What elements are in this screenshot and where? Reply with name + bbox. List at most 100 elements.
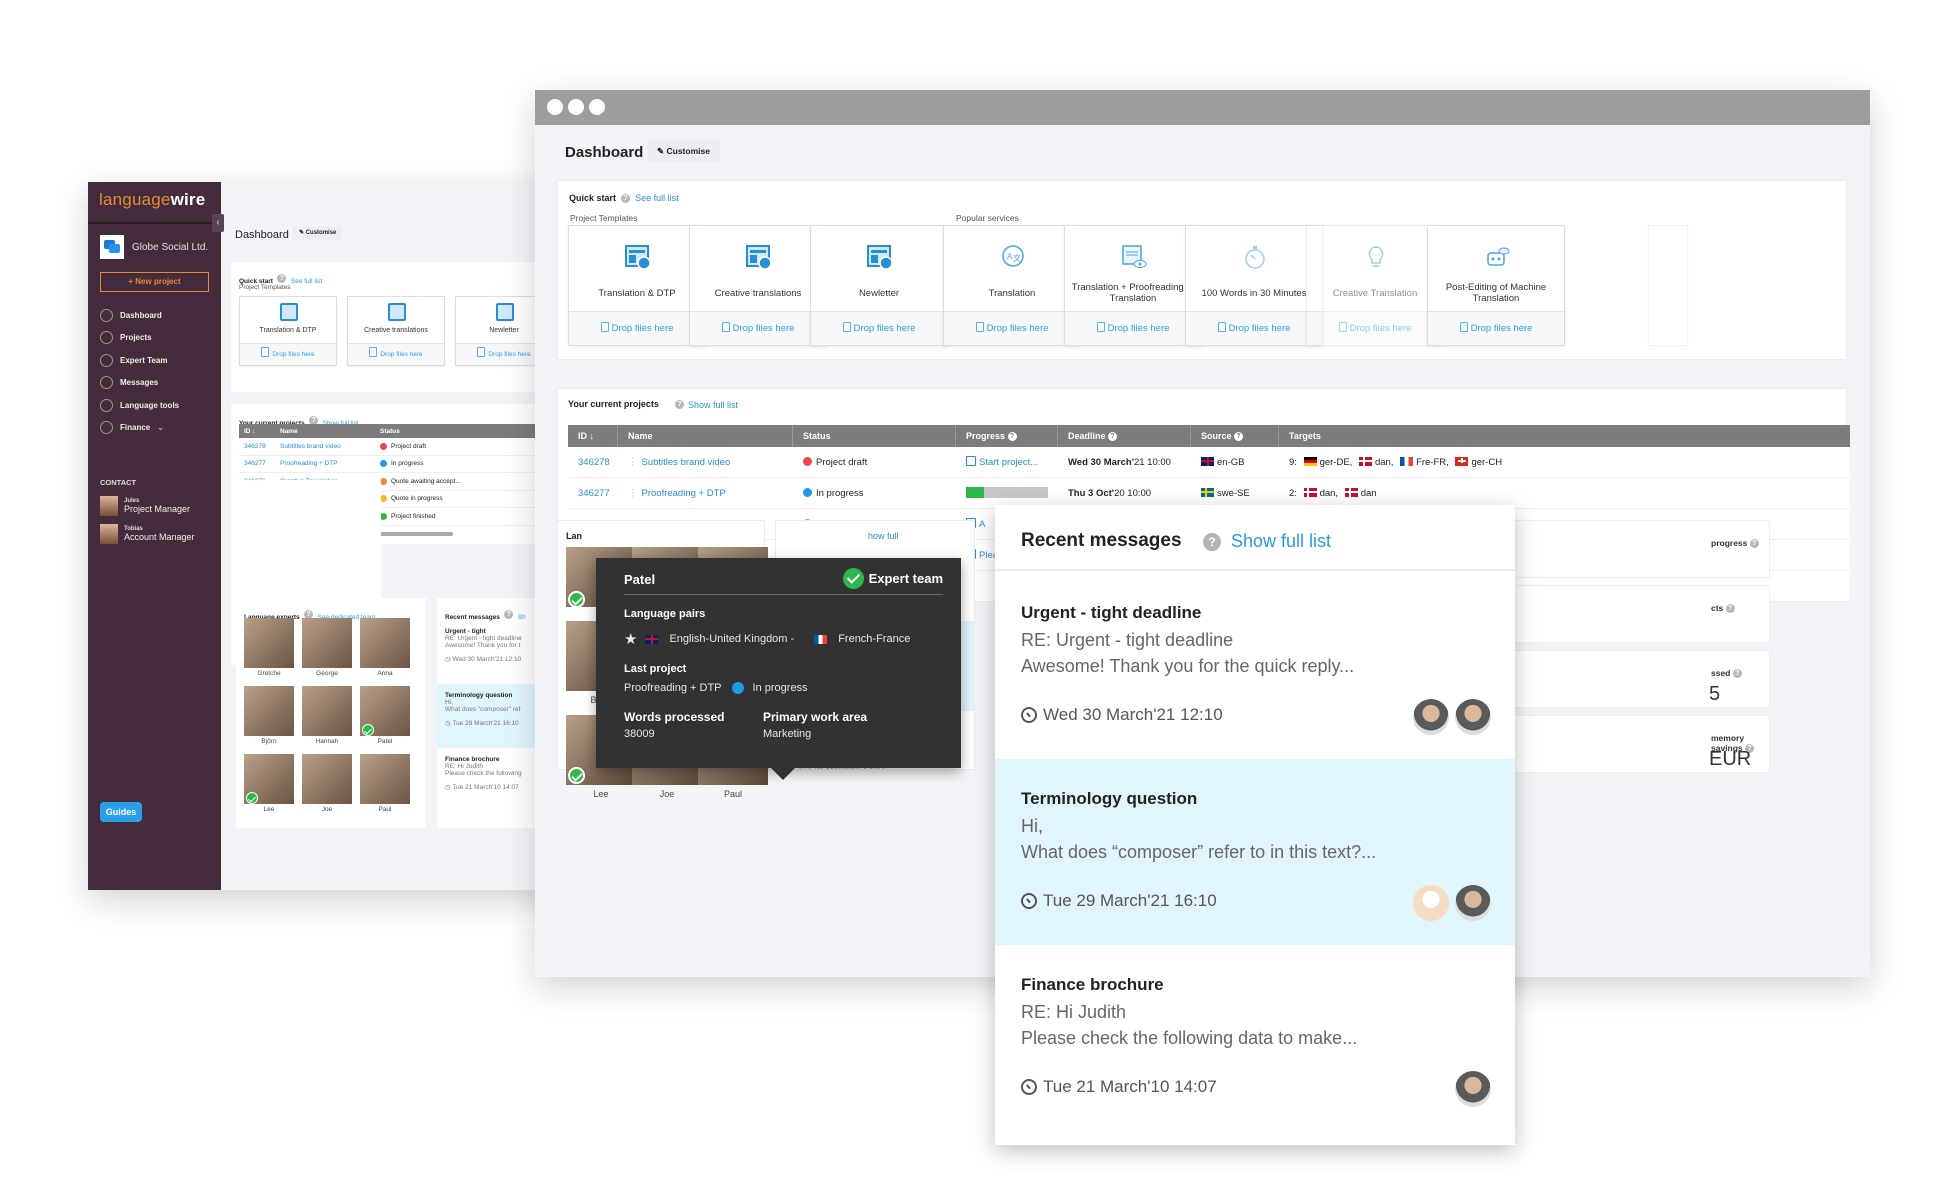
service-card[interactable]: Newletter Drop files here <box>810 225 948 346</box>
help-icon[interactable]: ? <box>277 274 287 284</box>
message-item[interactable]: Finance brochure RE: Hi Judith Please ch… <box>437 748 537 812</box>
customise-button[interactable]: ✎ Customise <box>647 140 720 162</box>
help-icon[interactable]: ? <box>1007 432 1017 442</box>
sidebar-item-language-tools[interactable]: Language tools <box>100 394 220 417</box>
expert-photo[interactable] <box>244 618 294 668</box>
status-dot <box>380 495 387 503</box>
window-titlebar <box>535 90 1870 125</box>
help-icon[interactable]: ? <box>1749 539 1759 549</box>
help-icon[interactable]: ? <box>504 610 514 620</box>
avatar <box>1413 699 1449 735</box>
drop-zone[interactable]: Drop files here <box>944 311 1080 345</box>
see-full-list-link[interactable]: See full list <box>291 278 322 285</box>
flag-icon <box>1358 456 1372 466</box>
template-card[interactable]: Translation & DTP Drop files here <box>239 296 337 366</box>
language-tools-icon <box>100 398 113 412</box>
sidebar-item-expert-team[interactable]: Expert Team <box>100 349 220 372</box>
project-name-link[interactable]: ⋮ Subtitles brand video <box>618 457 793 468</box>
window-close-button[interactable] <box>547 99 563 115</box>
expert-photo[interactable] <box>302 618 352 668</box>
project-id-link[interactable]: 346277 <box>239 460 275 467</box>
drop-zone[interactable]: Drop files here <box>348 343 444 365</box>
drop-zone[interactable]: Drop files here <box>240 343 336 365</box>
drop-zone[interactable]: Drop files here <box>811 311 947 345</box>
status-dot <box>380 477 387 485</box>
service-card[interactable]: Translation & DTP Drop files here <box>568 225 706 346</box>
drop-zone[interactable]: Drop files here <box>1428 311 1564 345</box>
drop-zone[interactable]: Drop files here <box>690 311 826 345</box>
project-id-link[interactable]: 346277 <box>568 488 618 499</box>
message-item[interactable]: Terminology question Hi, What does "comp… <box>437 684 537 748</box>
service-card[interactable] <box>1648 225 1688 346</box>
column-targets[interactable]: Targets <box>1279 425 1839 447</box>
column-deadline[interactable]: Deadline ? <box>1058 425 1191 447</box>
table-row[interactable]: 346278 ⋮ Subtitles brand video Project dr… <box>568 447 1850 478</box>
progress-cell: Start project... <box>956 456 1058 468</box>
project-id-link[interactable]: 346278 <box>239 443 275 450</box>
help-icon[interactable]: ? <box>1732 669 1742 679</box>
expert-name: Patel <box>377 738 393 745</box>
project-name-link[interactable]: ⋮ Proofreading + DTP <box>618 488 793 499</box>
show-full-list-link[interactable]: Show full list <box>1231 531 1331 552</box>
help-icon[interactable]: ? <box>621 194 631 204</box>
drop-zone[interactable]: Drop files here <box>1186 311 1322 345</box>
brand-logo[interactable]: languagewire <box>99 190 205 210</box>
expert-tooltip: Patel Expert team Language pairs ★ Engli… <box>596 558 961 780</box>
expert-photo[interactable] <box>244 686 294 736</box>
message-item[interactable]: Finance brochure RE: Hi Judith Please ch… <box>995 945 1515 1131</box>
drag-handle-icon[interactable]: ⋮ <box>628 457 638 468</box>
contact-project-manager[interactable]: Jules Project Manager <box>100 496 190 516</box>
sidebar-item-finance[interactable]: Finance ⌄ <box>100 417 220 440</box>
help-icon[interactable]: ? <box>1203 533 1221 551</box>
project-id-link[interactable]: 346278 <box>568 457 618 468</box>
expert-photo[interactable] <box>360 754 410 804</box>
column-progress[interactable]: Progress ? <box>956 425 1058 447</box>
project-name-link[interactable]: Subtitles brand video <box>275 443 375 450</box>
drop-zone[interactable]: Drop files here <box>1307 311 1443 345</box>
template-card[interactable]: Creative translations Drop files here <box>347 296 445 366</box>
service-card[interactable]: A文 Translation Drop files here <box>943 225 1081 346</box>
sidebar-item-messages[interactable]: Messages <box>100 372 220 395</box>
service-card[interactable]: 100 Words in 30 Minutes Drop files here <box>1185 225 1323 346</box>
column-source[interactable]: Source ? <box>1191 425 1279 447</box>
customise-button[interactable]: ✎ Customise <box>293 226 343 240</box>
expert-photo[interactable] <box>302 686 352 736</box>
expert-photo[interactable] <box>302 754 352 804</box>
sidebar-item-projects[interactable]: Projects <box>100 327 220 350</box>
message-item[interactable]: Urgent - tight deadline RE: Urgent - tig… <box>995 573 1515 759</box>
help-icon[interactable]: ? <box>1725 604 1735 614</box>
file-icon <box>721 322 730 332</box>
drop-zone[interactable]: Drop files here <box>569 311 705 345</box>
window-minimize-button[interactable] <box>568 99 584 115</box>
help-icon[interactable]: ? <box>1108 432 1118 442</box>
see-full-list-link[interactable]: See full list <box>635 193 679 203</box>
progress-bar <box>966 487 1048 499</box>
window-maximize-button[interactable] <box>589 99 605 115</box>
expert-photo[interactable] <box>360 618 410 668</box>
service-card[interactable]: Creative Translation Drop files here <box>1306 225 1444 346</box>
status-dot <box>803 457 812 467</box>
contact-account-manager[interactable]: Tobias Account Manager <box>100 524 195 544</box>
drop-zone[interactable]: Drop files here <box>1065 311 1201 345</box>
project-name-link[interactable]: Proofreading + DTP <box>275 460 375 467</box>
help-icon[interactable]: ? <box>1234 432 1244 442</box>
sidebar-item-dashboard[interactable]: Dashboard <box>100 304 220 327</box>
service-card[interactable]: Translation + Proofreading of Translatio… <box>1064 225 1202 346</box>
help-icon[interactable]: ? <box>675 400 684 409</box>
show-full-list-link[interactable]: Show full list <box>688 400 738 410</box>
expert-name: Anna <box>377 670 393 677</box>
message-item[interactable]: Urgent - tight RE: Urgent - tight deadli… <box>437 620 537 684</box>
column-status[interactable]: Status <box>793 425 956 447</box>
progress-action[interactable]: Start project... <box>966 456 1038 468</box>
drag-handle-icon[interactable]: ⋮ <box>628 488 638 499</box>
organization[interactable]: Globe Social Ltd. <box>100 235 208 259</box>
new-project-button[interactable]: + New project <box>100 272 209 292</box>
flag-icon <box>1455 456 1469 466</box>
column-name[interactable]: Name <box>618 425 793 447</box>
guides-button[interactable]: Guides <box>100 802 142 822</box>
column-id[interactable]: ID ↓ <box>568 425 618 447</box>
service-card[interactable]: Post-Editing of Machine Translation Drop… <box>1427 225 1565 346</box>
message-item[interactable]: Terminology question Hi, What does “comp… <box>995 759 1515 945</box>
service-card[interactable]: Creative translations Drop files here <box>689 225 827 346</box>
expert-name: George <box>316 670 338 677</box>
